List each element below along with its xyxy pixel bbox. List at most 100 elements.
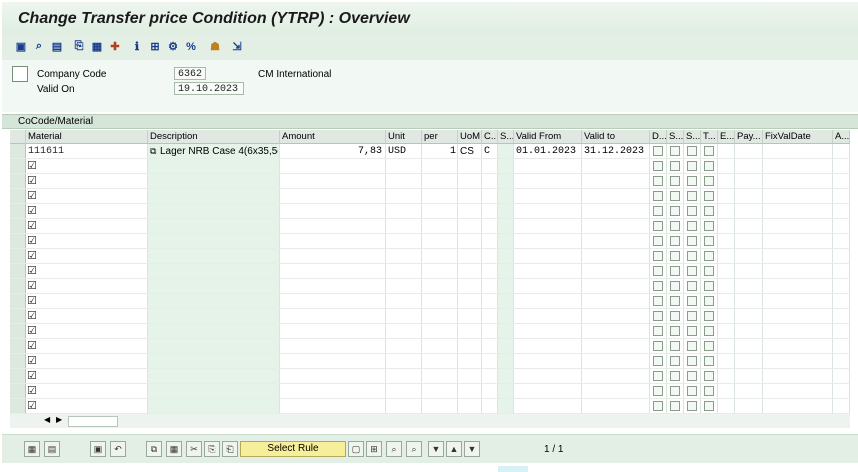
row-checkbox[interactable] (670, 266, 680, 276)
row-checkbox[interactable] (704, 251, 714, 261)
column-header[interactable]: C... (482, 130, 498, 144)
hierarchy-icon[interactable]: ⊞ (366, 441, 382, 457)
new-row-icon[interactable]: ☑ (27, 235, 39, 247)
row-checkbox[interactable] (687, 311, 697, 321)
cell-valid-from[interactable]: 01.01.2023 (516, 144, 580, 159)
new-row-icon[interactable]: ☑ (27, 205, 39, 217)
row-checkbox[interactable] (704, 236, 714, 246)
row-checkbox[interactable] (687, 236, 697, 246)
new-row-icon[interactable]: ☑ (27, 370, 39, 382)
row-checkbox[interactable] (653, 386, 663, 396)
scroll-right-icon[interactable]: ▶ (56, 415, 62, 424)
hierarchy-icon[interactable]: ⊞ (148, 40, 162, 53)
row-selector[interactable] (10, 159, 26, 174)
deselect-all-icon[interactable]: ▤ (44, 441, 60, 457)
row-checkbox[interactable] (670, 311, 680, 321)
row-selector[interactable] (10, 204, 26, 219)
column-header[interactable]: UoM (458, 130, 482, 144)
row-checkbox[interactable] (704, 401, 714, 411)
row-checkbox[interactable] (653, 266, 663, 276)
row-selector[interactable] (10, 369, 26, 384)
table-icon[interactable]: ▦ (90, 40, 104, 53)
row-checkbox[interactable] (704, 191, 714, 201)
row-checkbox[interactable] (687, 371, 697, 381)
cell-unit[interactable]: USD (388, 144, 420, 159)
sort-ascending-icon[interactable]: ▲ (446, 441, 462, 457)
row-selector[interactable] (10, 234, 26, 249)
row-checkbox[interactable] (653, 146, 663, 156)
row-selector[interactable] (10, 339, 26, 354)
row-selector[interactable] (10, 384, 26, 399)
row-checkbox[interactable] (704, 146, 714, 156)
row-checkbox[interactable] (653, 236, 663, 246)
row-checkbox[interactable] (687, 221, 697, 231)
calculator-icon[interactable]: ▦ (166, 441, 182, 457)
new-row-icon[interactable]: ☑ (27, 400, 39, 412)
row-checkbox[interactable] (687, 401, 697, 411)
row-checkbox[interactable] (704, 176, 714, 186)
detail-icon[interactable]: ▣ (90, 441, 106, 457)
new-row-icon[interactable]: ☑ (27, 295, 39, 307)
row-selector[interactable] (10, 294, 26, 309)
row-checkbox[interactable] (704, 281, 714, 291)
cell-material[interactable]: 111611 (28, 144, 146, 159)
row-checkbox[interactable] (653, 401, 663, 411)
new-row-icon[interactable]: ☑ (27, 385, 39, 397)
row-checkbox[interactable] (670, 206, 680, 216)
row-selector[interactable] (10, 324, 26, 339)
user-icon[interactable]: ☗ (208, 40, 222, 53)
row-checkbox[interactable] (704, 311, 714, 321)
column-header[interactable]: T... (701, 130, 718, 144)
save-layout-icon[interactable]: ▤ (50, 40, 64, 53)
scroll-thumb[interactable] (68, 416, 118, 427)
select-all-icon[interactable]: ▦ (24, 441, 40, 457)
column-header[interactable]: S... (498, 130, 514, 144)
column-header[interactable]: Description (148, 130, 280, 144)
cell-c[interactable]: C (484, 144, 496, 159)
row-selector[interactable] (10, 219, 26, 234)
column-header[interactable]: FixValDate (763, 130, 833, 144)
row-selector[interactable] (10, 144, 26, 159)
row-checkbox[interactable] (704, 161, 714, 171)
column-header[interactable]: Valid From (514, 130, 582, 144)
row-selector[interactable] (10, 279, 26, 294)
valid-on-field[interactable]: 19.10.2023 (174, 82, 244, 95)
row-checkbox[interactable] (653, 191, 663, 201)
row-checkbox[interactable] (687, 251, 697, 261)
row-checkbox[interactable] (704, 326, 714, 336)
column-header[interactable]: Pay... (735, 130, 763, 144)
row-checkbox[interactable] (687, 176, 697, 186)
row-checkbox[interactable] (687, 161, 697, 171)
column-header[interactable]: Amount (280, 130, 386, 144)
row-checkbox[interactable] (670, 326, 680, 336)
row-checkbox[interactable] (670, 146, 680, 156)
row-checkbox[interactable] (670, 401, 680, 411)
row-checkbox[interactable] (670, 296, 680, 306)
row-selector[interactable] (10, 174, 26, 189)
column-header[interactable]: E... (718, 130, 735, 144)
row-checkbox[interactable] (670, 176, 680, 186)
print-icon[interactable]: ▣ (14, 40, 28, 53)
row-checkbox[interactable] (670, 251, 680, 261)
row-checkbox[interactable] (670, 236, 680, 246)
row-selector[interactable] (10, 309, 26, 324)
find-next-icon[interactable]: ⌕ (406, 441, 422, 457)
new-row-icon[interactable]: ☑ (27, 160, 39, 172)
row-checkbox[interactable] (653, 311, 663, 321)
row-checkbox[interactable] (687, 191, 697, 201)
row-checkbox[interactable] (687, 356, 697, 366)
column-header[interactable]: Material (26, 130, 148, 144)
column-header[interactable]: A... (833, 130, 850, 144)
find-icon[interactable]: ⌕ (32, 40, 46, 53)
new-row-icon[interactable]: ☑ (27, 190, 39, 202)
copy-icon[interactable]: ⎘ (204, 441, 220, 457)
row-checkbox[interactable] (670, 161, 680, 171)
copy-icon[interactable]: ⎘ (72, 40, 86, 53)
new-entry-icon[interactable]: ▢ (348, 441, 364, 457)
cell-uom[interactable]: CS (460, 144, 482, 159)
row-checkbox[interactable] (653, 221, 663, 231)
new-row-icon[interactable]: ☑ (27, 355, 39, 367)
copy-icon[interactable]: ⧉ (150, 144, 160, 159)
row-selector[interactable] (10, 354, 26, 369)
paste-icon[interactable]: ⎗ (222, 441, 238, 457)
